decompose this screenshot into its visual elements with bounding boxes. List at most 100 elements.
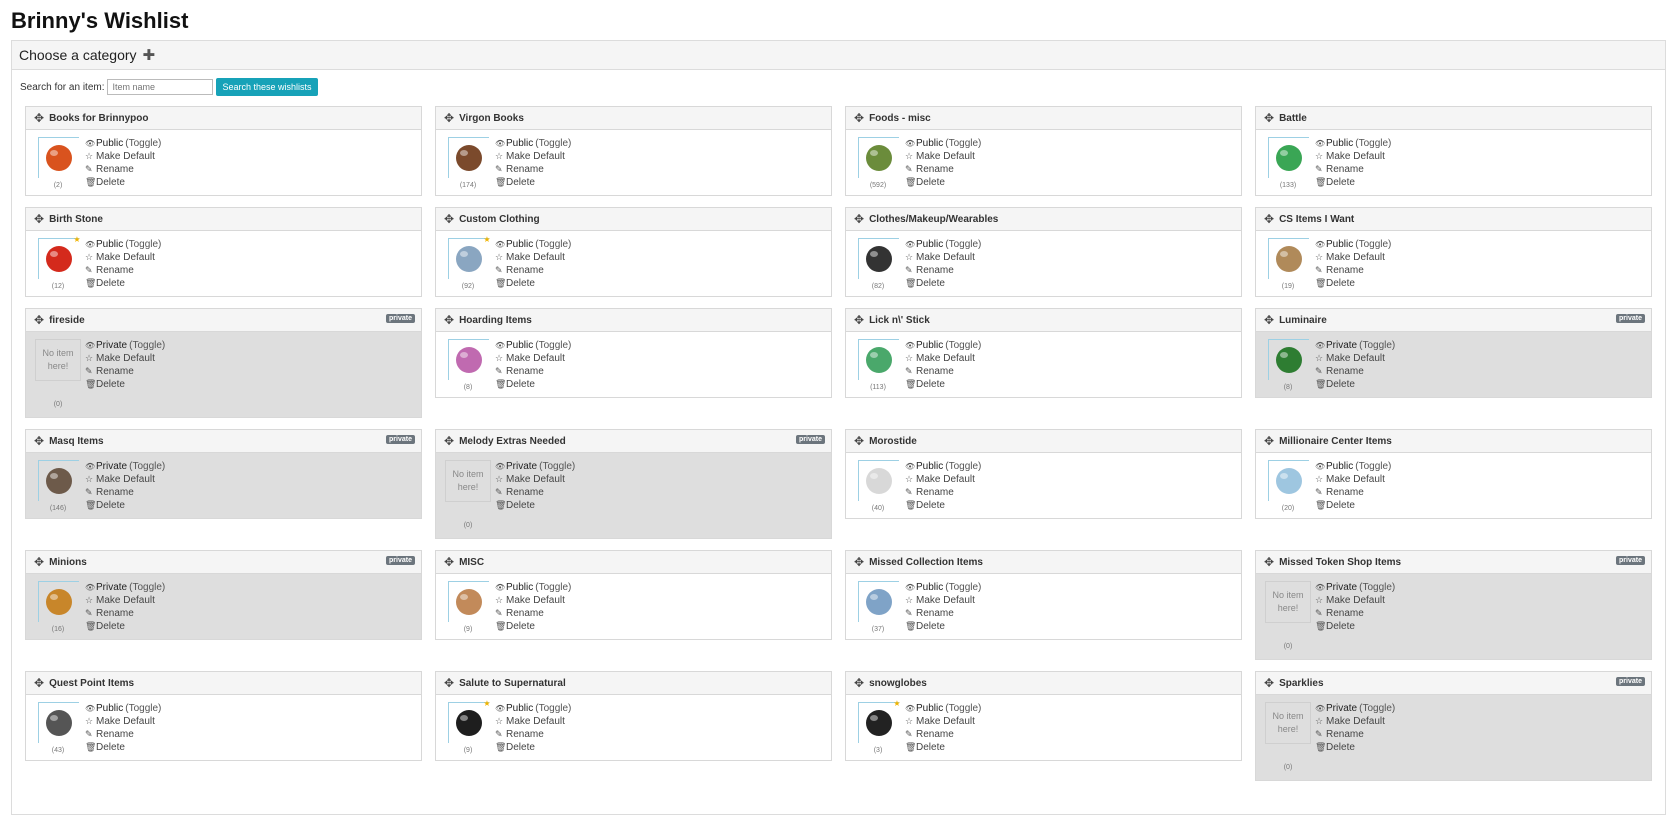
rename-button[interactable]: ✎ Rename <box>905 163 981 176</box>
move-icon[interactable]: ✥ <box>1264 434 1274 448</box>
visibility-toggle[interactable]: 👁 Private (Toggle) <box>85 581 165 594</box>
visibility-toggle[interactable]: 👁 Private (Toggle) <box>1315 702 1395 715</box>
visibility-toggle[interactable]: 👁 Private (Toggle) <box>1315 339 1395 352</box>
delete-button[interactable]: 🗑 Delete <box>1315 499 1391 512</box>
item-thumbnail[interactable] <box>447 339 489 380</box>
rename-button[interactable]: ✎ Rename <box>85 728 161 741</box>
delete-button[interactable]: 🗑 Delete <box>1315 620 1395 633</box>
make-default-button[interactable]: ☆ Make Default <box>1315 473 1391 486</box>
rename-button[interactable]: ✎ Rename <box>1315 365 1395 378</box>
move-icon[interactable]: ✥ <box>854 111 864 125</box>
item-thumbnail[interactable] <box>37 460 79 501</box>
item-thumbnail[interactable] <box>1267 339 1309 380</box>
toggle-link[interactable]: (Toggle) <box>945 238 981 251</box>
wishlist-name[interactable]: Custom Clothing <box>459 214 540 225</box>
visibility-toggle[interactable]: 👁 Public (Toggle) <box>1315 238 1391 251</box>
move-icon[interactable]: ✥ <box>444 676 454 690</box>
delete-button[interactable]: 🗑 Delete <box>495 499 575 512</box>
rename-button[interactable]: ✎ Rename <box>495 486 575 499</box>
make-default-button[interactable]: ☆ Make Default <box>1315 352 1395 365</box>
delete-button[interactable]: 🗑 Delete <box>905 499 981 512</box>
delete-button[interactable]: 🗑 Delete <box>495 277 571 290</box>
delete-button[interactable]: 🗑 Delete <box>1315 378 1395 391</box>
toggle-link[interactable]: (Toggle) <box>1359 702 1395 715</box>
wishlist-name[interactable]: Melody Extras Needed <box>459 436 566 447</box>
rename-button[interactable]: ✎ Rename <box>905 607 981 620</box>
wishlist-name[interactable]: Books for Brinnypoo <box>49 113 148 124</box>
toggle-link[interactable]: (Toggle) <box>535 339 571 352</box>
move-icon[interactable]: ✥ <box>1264 212 1274 226</box>
move-icon[interactable]: ✥ <box>854 313 864 327</box>
plus-icon[interactable]: ✚ <box>143 46 156 64</box>
make-default-button[interactable]: ☆ Make Default <box>85 150 161 163</box>
make-default-button[interactable]: ☆ Make Default <box>85 473 165 486</box>
move-icon[interactable]: ✥ <box>34 434 44 448</box>
make-default-button[interactable]: ☆ Make Default <box>1315 594 1395 607</box>
toggle-link[interactable]: (Toggle) <box>1359 581 1395 594</box>
wishlist-name[interactable]: CS Items I Want <box>1279 214 1354 225</box>
toggle-link[interactable]: (Toggle) <box>945 581 981 594</box>
delete-button[interactable]: 🗑 Delete <box>85 741 161 754</box>
wishlist-name[interactable]: fireside <box>49 315 85 326</box>
rename-button[interactable]: ✎ Rename <box>905 365 981 378</box>
move-icon[interactable]: ✥ <box>1264 111 1274 125</box>
visibility-toggle[interactable]: 👁 Public (Toggle) <box>905 137 981 150</box>
move-icon[interactable]: ✥ <box>1264 555 1274 569</box>
delete-button[interactable]: 🗑 Delete <box>85 378 165 391</box>
toggle-link[interactable]: (Toggle) <box>1359 339 1395 352</box>
delete-button[interactable]: 🗑 Delete <box>905 741 981 754</box>
visibility-toggle[interactable]: 👁 Public (Toggle) <box>905 339 981 352</box>
item-thumbnail[interactable] <box>1267 238 1309 279</box>
toggle-link[interactable]: (Toggle) <box>129 460 165 473</box>
move-icon[interactable]: ✥ <box>854 434 864 448</box>
rename-button[interactable]: ✎ Rename <box>495 728 571 741</box>
visibility-toggle[interactable]: 👁 Public (Toggle) <box>495 238 571 251</box>
item-thumbnail[interactable]: ★ <box>857 699 901 743</box>
rename-button[interactable]: ✎ Rename <box>495 264 571 277</box>
toggle-link[interactable]: (Toggle) <box>945 702 981 715</box>
toggle-link[interactable]: (Toggle) <box>125 238 161 251</box>
make-default-button[interactable]: ☆ Make Default <box>1315 251 1391 264</box>
rename-button[interactable]: ✎ Rename <box>1315 728 1395 741</box>
make-default-button[interactable]: ☆ Make Default <box>1315 150 1391 163</box>
rename-button[interactable]: ✎ Rename <box>85 264 161 277</box>
item-thumbnail[interactable] <box>37 702 79 743</box>
category-header[interactable]: Choose a category ✚ <box>12 41 1665 70</box>
move-icon[interactable]: ✥ <box>854 555 864 569</box>
visibility-toggle[interactable]: 👁 Public (Toggle) <box>495 339 571 352</box>
delete-button[interactable]: 🗑 Delete <box>495 620 571 633</box>
delete-button[interactable]: 🗑 Delete <box>1315 277 1391 290</box>
item-thumbnail[interactable] <box>857 581 899 622</box>
delete-button[interactable]: 🗑 Delete <box>85 499 165 512</box>
visibility-toggle[interactable]: 👁 Private (Toggle) <box>85 339 165 352</box>
make-default-button[interactable]: ☆ Make Default <box>85 594 165 607</box>
make-default-button[interactable]: ☆ Make Default <box>85 352 165 365</box>
wishlist-name[interactable]: Foods - misc <box>869 113 931 124</box>
wishlist-name[interactable]: snowglobes <box>869 678 927 689</box>
toggle-link[interactable]: (Toggle) <box>1355 238 1391 251</box>
wishlist-name[interactable]: Masq Items <box>49 436 103 447</box>
wishlist-name[interactable]: Missed Token Shop Items <box>1279 557 1401 568</box>
move-icon[interactable]: ✥ <box>854 676 864 690</box>
visibility-toggle[interactable]: 👁 Public (Toggle) <box>1315 137 1391 150</box>
rename-button[interactable]: ✎ Rename <box>495 607 571 620</box>
toggle-link[interactable]: (Toggle) <box>129 339 165 352</box>
make-default-button[interactable]: ☆ Make Default <box>1315 715 1395 728</box>
wishlist-name[interactable]: Sparklies <box>1279 678 1323 689</box>
make-default-button[interactable]: ☆ Make Default <box>495 473 575 486</box>
item-thumbnail[interactable] <box>857 137 899 178</box>
move-icon[interactable]: ✥ <box>854 212 864 226</box>
wishlist-name[interactable]: Battle <box>1279 113 1307 124</box>
item-thumbnail[interactable] <box>1267 460 1309 501</box>
move-icon[interactable]: ✥ <box>34 111 44 125</box>
item-thumbnail[interactable]: ★ <box>37 235 81 279</box>
delete-button[interactable]: 🗑 Delete <box>1315 741 1395 754</box>
visibility-toggle[interactable]: 👁 Public (Toggle) <box>85 238 161 251</box>
wishlist-name[interactable]: Virgon Books <box>459 113 524 124</box>
toggle-link[interactable]: (Toggle) <box>539 460 575 473</box>
item-thumbnail[interactable]: ★ <box>447 235 491 279</box>
visibility-toggle[interactable]: 👁 Public (Toggle) <box>905 581 981 594</box>
rename-button[interactable]: ✎ Rename <box>85 486 165 499</box>
toggle-link[interactable]: (Toggle) <box>945 339 981 352</box>
wishlist-name[interactable]: Quest Point Items <box>49 678 134 689</box>
